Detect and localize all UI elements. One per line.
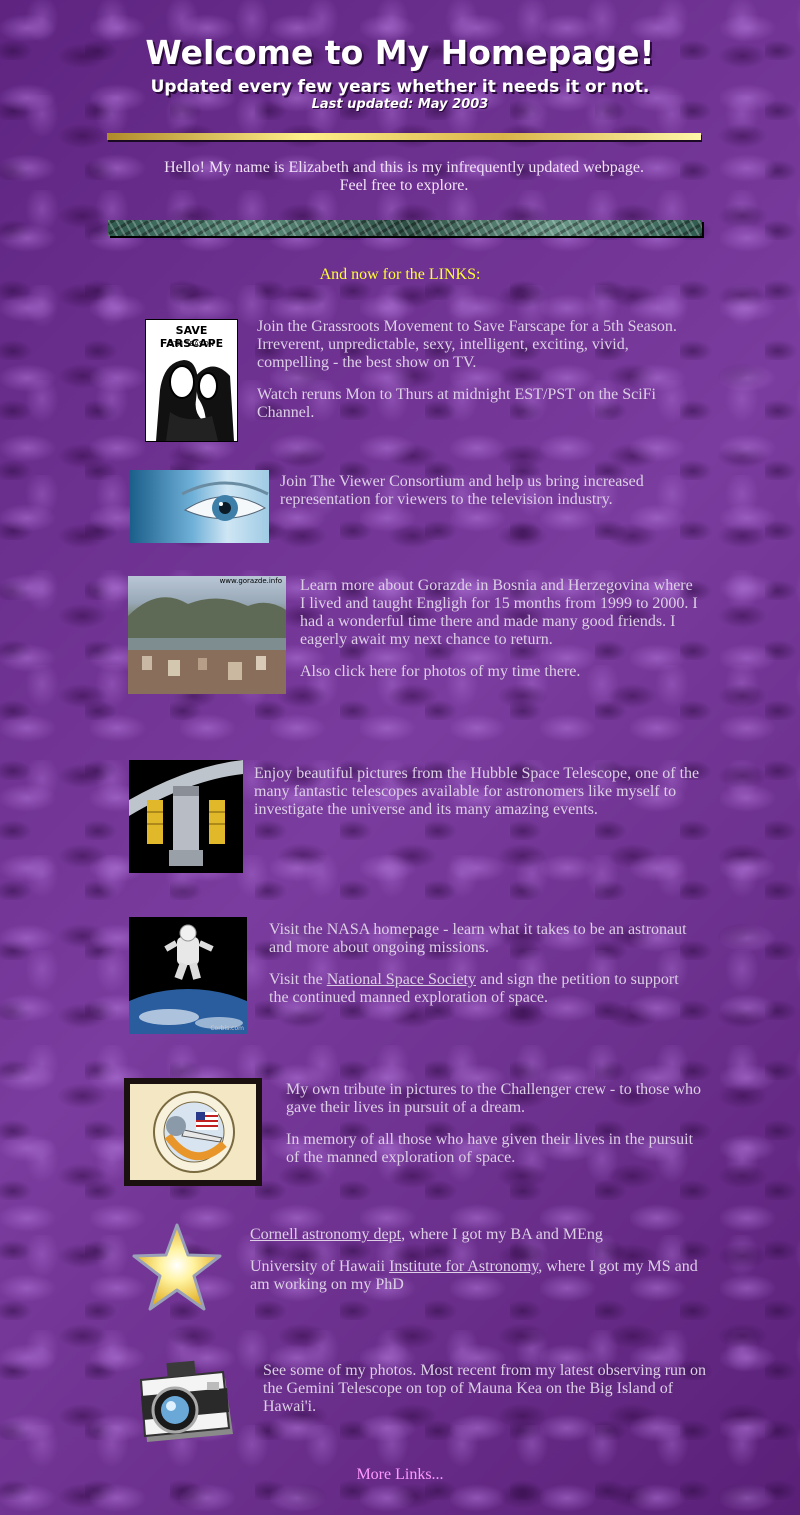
gorazde-text-2[interactable]: Also click here for photos of my time th… [300, 663, 700, 681]
last-updated: Last updated: May 2003 [311, 97, 489, 112]
national-space-society-link[interactable]: National Space Society [327, 971, 476, 988]
institute-for-astronomy-link[interactable]: Institute for Astronomy [389, 1258, 538, 1275]
marble-divider [108, 220, 702, 236]
gorazde-text-1[interactable]: Learn more about Gorazde in Bosnia and H… [300, 577, 700, 649]
cornell-astronomy-link[interactable]: Cornell astronomy dept [250, 1226, 401, 1243]
gorazde-image[interactable]: www.gorazde.info [128, 576, 286, 694]
nasa-image-caption: Corbis.com [210, 1025, 244, 1032]
farscape-text-1[interactable]: Join the Grassroots Movement to Save Far… [257, 318, 702, 372]
intro-line-1: Hello! My name is Elizabeth and this is … [164, 159, 644, 176]
education-description: Cornell astronomy dept, where I got my B… [250, 1226, 705, 1308]
astronaut-earth-icon [129, 924, 247, 1034]
viewer-eye-image[interactable] [130, 470, 269, 543]
education-text-1-after: , where I got my BA and MEng [401, 1226, 603, 1243]
photos-description: See some of my photos. Most recent from … [263, 1362, 708, 1430]
viewer-description: Join The Viewer Consortium and help us b… [280, 473, 705, 523]
education-text-2-before: University of Hawaii [250, 1258, 390, 1275]
challenger-text-2: In memory of all those who have given th… [286, 1131, 694, 1166]
nasa-description: Visit the NASA homepage - learn what it … [269, 921, 699, 1021]
farscape-description: Join the Grassroots Movement to Save Far… [257, 318, 702, 436]
challenger-description: My own tribute in pictures to the Challe… [286, 1081, 706, 1181]
intro-line-2: Feel free to explore. [339, 177, 469, 194]
farscape-text-2: Watch reruns Mon to Thurs at midnight ES… [257, 386, 656, 421]
nasa-astronaut-image[interactable]: Corbis.com [129, 917, 247, 1034]
page-title: Welcome to My Homepage! [145, 33, 655, 72]
viewer-text-1[interactable]: Join The Viewer Consortium and help us b… [280, 473, 705, 509]
farscape-image[interactable]: SAVE FARSCAPE 5TH SEASON [145, 319, 238, 442]
farscape-couple-drawing [156, 360, 234, 441]
nasa-text-1[interactable]: Visit the NASA homepage - learn what it … [269, 921, 699, 957]
challenger-patch-icon [153, 1091, 235, 1173]
challenger-patch-image[interactable] [124, 1078, 262, 1186]
challenger-text-1[interactable]: My own tribute in pictures to the Challe… [286, 1081, 706, 1117]
star-icon [130, 1221, 224, 1315]
camera-icon[interactable] [133, 1356, 237, 1448]
intro-text: Hello! My name is Elizabeth and this is … [108, 159, 700, 195]
hubble-description: Enjoy beautiful pictures from the Hubble… [254, 765, 714, 833]
hubble-text-1[interactable]: Enjoy beautiful pictures from the Hubble… [254, 765, 714, 819]
education-text-1: Cornell astronomy dept, where I got my B… [250, 1226, 705, 1244]
links-heading: And now for the LINKS: [319, 266, 481, 283]
photos-text-1[interactable]: See some of my photos. Most recent from … [263, 1362, 708, 1416]
eye-icon [181, 481, 269, 521]
gold-divider [107, 133, 701, 140]
education-text-2: University of Hawaii Institute for Astro… [250, 1258, 705, 1294]
nasa-text-2-before: Visit the [269, 971, 327, 988]
gorazde-landscape [128, 597, 286, 694]
page-subtitle: Updated every few years whether it needs… [150, 77, 650, 97]
more-links-link[interactable]: More Links... [0, 1466, 800, 1484]
nasa-text-2: Visit the National Space Society and sig… [269, 971, 699, 1007]
gorazde-description: Learn more about Gorazde in Bosnia and H… [300, 577, 700, 695]
hubble-telescope-icon [129, 760, 243, 866]
hubble-image[interactable] [129, 760, 243, 873]
